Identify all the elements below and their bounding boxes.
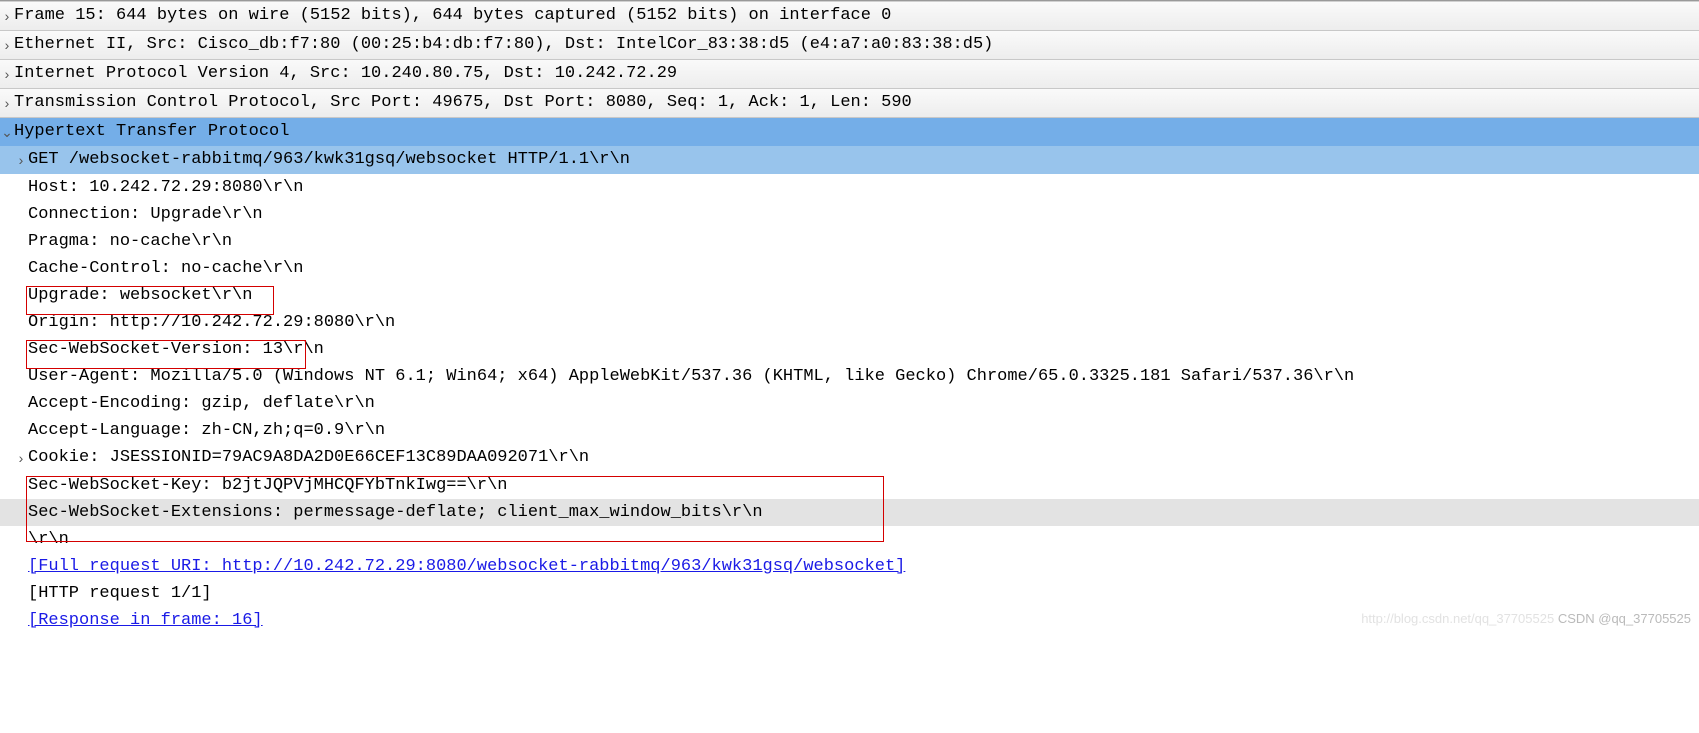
- header-text: Origin: http://10.242.72.29:8080\r\n: [28, 309, 395, 336]
- tree-item-frame[interactable]: › Frame 15: 644 bytes on wire (5152 bits…: [0, 1, 1699, 31]
- response-in-frame-link[interactable]: [Response in frame: 16]: [28, 607, 263, 634]
- chevron-down-icon[interactable]: ⌄: [0, 118, 14, 146]
- request-line: GET /websocket-rabbitmq/963/kwk31gsq/web…: [28, 146, 630, 173]
- header-sec-websocket-key[interactable]: Sec-WebSocket-Key: b2jtJQPVjMHCQFYbTnkIw…: [0, 472, 1699, 499]
- header-text: Upgrade: websocket\r\n: [28, 282, 252, 309]
- header-host[interactable]: Host: 10.242.72.29:8080\r\n: [0, 174, 1699, 201]
- http-request-number[interactable]: [HTTP request 1/1]: [0, 580, 1699, 607]
- header-text: Accept-Encoding: gzip, deflate\r\n: [28, 390, 375, 417]
- tree-item-ip[interactable]: › Internet Protocol Version 4, Src: 10.2…: [0, 60, 1699, 89]
- header-origin[interactable]: Origin: http://10.242.72.29:8080\r\n: [0, 309, 1699, 336]
- header-sec-websocket-extensions[interactable]: Sec-WebSocket-Extensions: permessage-def…: [0, 499, 1699, 526]
- header-upgrade[interactable]: Upgrade: websocket\r\n: [0, 282, 1699, 309]
- header-text: Cache-Control: no-cache\r\n: [28, 255, 303, 282]
- chevron-right-icon[interactable]: ›: [0, 31, 14, 59]
- tree-item-http[interactable]: ⌄ Hypertext Transfer Protocol: [0, 118, 1699, 146]
- tree-item-cookie[interactable]: › Cookie: JSESSIONID=79AC9A8DA2D0E66CEF1…: [0, 444, 1699, 472]
- header-accept-encoding[interactable]: Accept-Encoding: gzip, deflate\r\n: [0, 390, 1699, 417]
- tree-item-tcp[interactable]: › Transmission Control Protocol, Src Por…: [0, 89, 1699, 118]
- http-request-number-text: [HTTP request 1/1]: [28, 580, 212, 607]
- response-in-frame[interactable]: [Response in frame: 16]: [0, 607, 1699, 634]
- header-text: User-Agent: Mozilla/5.0 (Windows NT 6.1;…: [28, 363, 1354, 390]
- http-summary: Hypertext Transfer Protocol: [14, 118, 289, 145]
- full-request-uri[interactable]: [Full request URI: http://10.242.72.29:8…: [0, 553, 1699, 580]
- header-text: Sec-WebSocket-Key: b2jtJQPVjMHCQFYbTnkIw…: [28, 472, 507, 499]
- header-text: \r\n: [28, 526, 69, 553]
- tree-item-ethernet[interactable]: › Ethernet II, Src: Cisco_db:f7:80 (00:2…: [0, 31, 1699, 60]
- header-text: Pragma: no-cache\r\n: [28, 228, 232, 255]
- header-text: Host: 10.242.72.29:8080\r\n: [28, 174, 303, 201]
- header-crlf[interactable]: \r\n: [0, 526, 1699, 553]
- chevron-right-icon[interactable]: ›: [0, 60, 14, 88]
- header-connection[interactable]: Connection: Upgrade\r\n: [0, 201, 1699, 228]
- ethernet-summary: Ethernet II, Src: Cisco_db:f7:80 (00:25:…: [14, 31, 993, 58]
- tcp-summary: Transmission Control Protocol, Src Port:…: [14, 89, 912, 116]
- header-user-agent[interactable]: User-Agent: Mozilla/5.0 (Windows NT 6.1;…: [0, 363, 1699, 390]
- header-text: Sec-WebSocket-Version: 13\r\n: [28, 336, 324, 363]
- header-accept-language[interactable]: Accept-Language: zh-CN,zh;q=0.9\r\n: [0, 417, 1699, 444]
- ip-summary: Internet Protocol Version 4, Src: 10.240…: [14, 60, 677, 87]
- frame-summary: Frame 15: 644 bytes on wire (5152 bits),…: [14, 2, 891, 29]
- header-sec-websocket-version[interactable]: Sec-WebSocket-Version: 13\r\n: [0, 336, 1699, 363]
- packet-details-tree[interactable]: › Frame 15: 644 bytes on wire (5152 bits…: [0, 0, 1699, 634]
- header-text: Cookie: JSESSIONID=79AC9A8DA2D0E66CEF13C…: [28, 444, 589, 471]
- chevron-right-icon[interactable]: ›: [14, 444, 28, 472]
- header-text: Accept-Language: zh-CN,zh;q=0.9\r\n: [28, 417, 385, 444]
- chevron-right-icon[interactable]: ›: [0, 89, 14, 117]
- tree-item-request-line[interactable]: › GET /websocket-rabbitmq/963/kwk31gsq/w…: [0, 146, 1699, 174]
- header-text: Sec-WebSocket-Extensions: permessage-def…: [28, 499, 763, 526]
- header-pragma[interactable]: Pragma: no-cache\r\n: [0, 228, 1699, 255]
- header-text: Connection: Upgrade\r\n: [28, 201, 263, 228]
- chevron-right-icon[interactable]: ›: [0, 2, 14, 30]
- header-cache-control[interactable]: Cache-Control: no-cache\r\n: [0, 255, 1699, 282]
- chevron-right-icon[interactable]: ›: [14, 146, 28, 174]
- full-request-uri-link[interactable]: [Full request URI: http://10.242.72.29:8…: [28, 553, 905, 580]
